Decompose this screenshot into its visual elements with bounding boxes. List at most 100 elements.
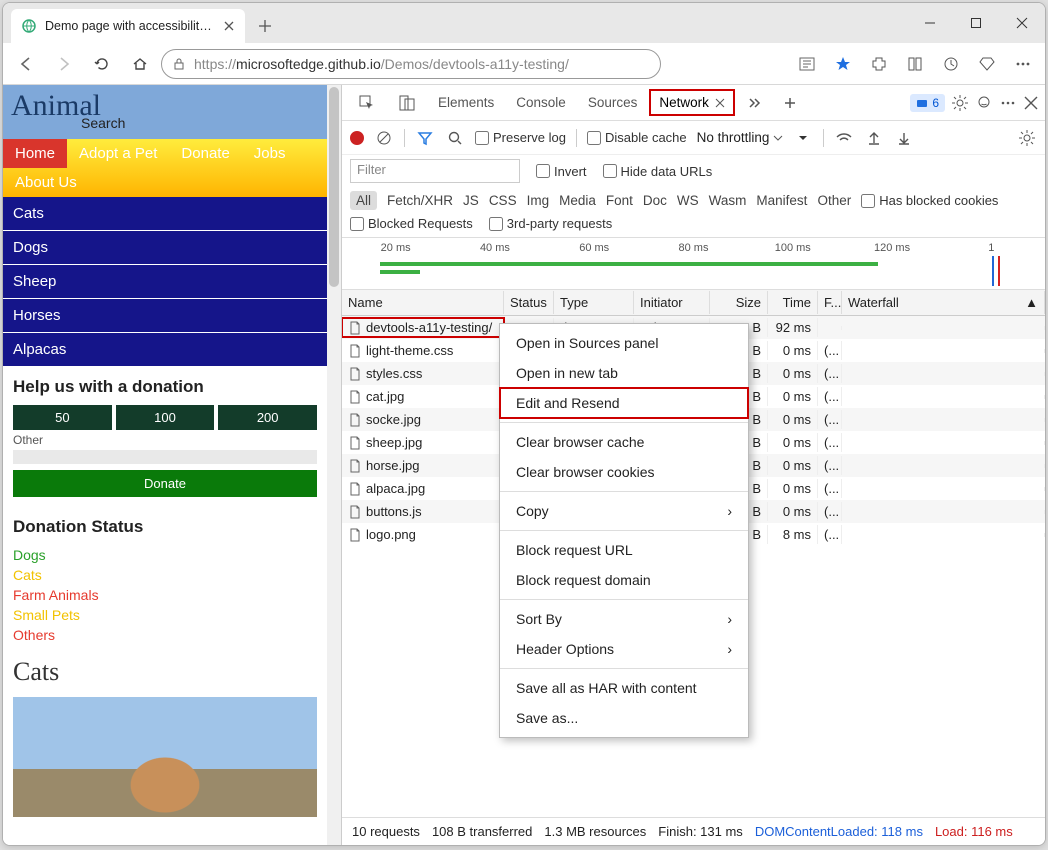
ctx-save-all-as-har-with-content[interactable]: Save all as HAR with content xyxy=(500,673,748,703)
ctx-sort-by[interactable]: Sort By› xyxy=(500,604,748,634)
type-other[interactable]: Other xyxy=(817,193,851,208)
more-tabs-icon[interactable] xyxy=(737,90,771,116)
donate-amount-200[interactable]: 200 xyxy=(218,405,317,430)
back-button[interactable] xyxy=(9,47,43,81)
more-net-conditions-icon[interactable] xyxy=(793,128,813,148)
category-sheep[interactable]: Sheep xyxy=(3,265,327,299)
ctx-block-request-domain[interactable]: Block request domain xyxy=(500,565,748,595)
tab-network[interactable]: Network xyxy=(649,89,735,116)
donate-amount-50[interactable]: 50 xyxy=(13,405,112,430)
inspect-icon[interactable] xyxy=(348,88,386,118)
gear-icon[interactable] xyxy=(951,94,969,112)
type-doc[interactable]: Doc xyxy=(643,193,667,208)
menu-donate[interactable]: Donate xyxy=(169,139,241,168)
minimize-button[interactable] xyxy=(907,3,953,43)
extensions-icon[interactable] xyxy=(863,48,895,80)
col-fulfilled[interactable]: F... xyxy=(818,291,842,314)
maximize-button[interactable] xyxy=(953,3,999,43)
upload-icon[interactable] xyxy=(864,128,884,148)
col-name[interactable]: Name xyxy=(342,291,504,314)
type-font[interactable]: Font xyxy=(606,193,633,208)
browser-tab[interactable]: Demo page with accessibility iss xyxy=(11,9,245,43)
ctx-clear-browser-cache[interactable]: Clear browser cache xyxy=(500,427,748,457)
download-icon[interactable] xyxy=(894,128,914,148)
col-status[interactable]: Status xyxy=(504,291,554,314)
other-input[interactable] xyxy=(13,450,317,464)
reader-icon[interactable] xyxy=(791,48,823,80)
category-alpacas[interactable]: Alpacas xyxy=(3,333,327,367)
ctx-clear-browser-cookies[interactable]: Clear browser cookies xyxy=(500,457,748,487)
filter-input[interactable]: Filter xyxy=(350,159,520,183)
ctx-copy[interactable]: Copy› xyxy=(500,496,748,526)
collections-icon[interactable] xyxy=(899,48,931,80)
col-initiator[interactable]: Initiator xyxy=(634,291,710,314)
menu-jobs[interactable]: Jobs xyxy=(242,139,298,168)
clear-icon[interactable] xyxy=(374,128,394,148)
type-js[interactable]: JS xyxy=(463,193,479,208)
ctx-open-in-new-tab[interactable]: Open in new tab xyxy=(500,358,748,388)
third-party-checkbox[interactable]: 3rd-party requests xyxy=(489,216,613,231)
tab-console[interactable]: Console xyxy=(506,89,576,116)
menu-home[interactable]: Home xyxy=(3,139,67,168)
ctx-open-in-sources-panel[interactable]: Open in Sources panel xyxy=(500,328,748,358)
new-tab-button[interactable] xyxy=(251,12,279,40)
type-manifest[interactable]: Manifest xyxy=(756,193,807,208)
filter-icon[interactable] xyxy=(415,128,435,148)
throttling-select[interactable]: No throttling xyxy=(697,130,784,145)
add-tab-icon[interactable] xyxy=(773,90,807,116)
preserve-log-checkbox[interactable]: Preserve log xyxy=(475,130,566,145)
tab-elements[interactable]: Elements xyxy=(428,89,504,116)
close-icon[interactable] xyxy=(715,98,725,108)
col-waterfall[interactable]: Waterfall▲ xyxy=(842,291,1045,314)
timeline-overview[interactable]: 20 ms40 ms60 ms80 ms100 ms120 ms1 xyxy=(342,238,1045,290)
tab-sources[interactable]: Sources xyxy=(578,89,648,116)
devtools-close-icon[interactable] xyxy=(1023,95,1039,111)
network-settings-icon[interactable] xyxy=(1017,128,1037,148)
feedback-icon[interactable] xyxy=(975,94,993,112)
url-box[interactable]: https://microsoftedge.github.io/Demos/de… xyxy=(161,49,661,79)
ctx-save-as-[interactable]: Save as... xyxy=(500,703,748,733)
menu-adopt-a-pet[interactable]: Adopt a Pet xyxy=(67,139,169,168)
ctx-block-request-url[interactable]: Block request URL xyxy=(500,535,748,565)
type-media[interactable]: Media xyxy=(559,193,596,208)
type-img[interactable]: Img xyxy=(527,193,550,208)
disable-cache-checkbox[interactable]: Disable cache xyxy=(587,130,687,145)
close-window-button[interactable] xyxy=(999,3,1045,43)
col-size[interactable]: Size xyxy=(710,291,768,314)
type-css[interactable]: CSS xyxy=(489,193,517,208)
invert-checkbox[interactable]: Invert xyxy=(536,164,587,179)
home-button[interactable] xyxy=(123,47,157,81)
type-all[interactable]: All xyxy=(350,191,377,210)
page-scrollbar[interactable] xyxy=(327,85,341,845)
record-button[interactable] xyxy=(350,131,364,145)
devtools-more-icon[interactable] xyxy=(999,94,1017,112)
favorite-star-icon[interactable] xyxy=(827,48,859,80)
sync-icon[interactable] xyxy=(935,48,967,80)
type-wasm[interactable]: Wasm xyxy=(709,193,747,208)
menu-about-us[interactable]: About Us xyxy=(3,168,89,197)
has-blocked-checkbox[interactable]: Has blocked cookies xyxy=(861,193,998,208)
gem-icon[interactable] xyxy=(971,48,1003,80)
category-dogs[interactable]: Dogs xyxy=(3,231,327,265)
wifi-icon[interactable] xyxy=(834,128,854,148)
search-icon[interactable] xyxy=(445,128,465,148)
category-horses[interactable]: Horses xyxy=(3,299,327,333)
refresh-button[interactable] xyxy=(85,47,119,81)
col-type[interactable]: Type xyxy=(554,291,634,314)
type-fetch-xhr[interactable]: Fetch/XHR xyxy=(387,193,453,208)
donate-button[interactable]: Donate xyxy=(13,470,317,497)
more-icon[interactable] xyxy=(1007,48,1039,80)
hide-data-urls-checkbox[interactable]: Hide data URLs xyxy=(603,164,713,179)
forward-button[interactable] xyxy=(47,47,81,81)
blocked-requests-checkbox[interactable]: Blocked Requests xyxy=(350,216,473,231)
donate-amount-100[interactable]: 100 xyxy=(116,405,215,430)
type-ws[interactable]: WS xyxy=(677,193,699,208)
foot-finish: Finish: 131 ms xyxy=(658,824,743,839)
col-time[interactable]: Time xyxy=(768,291,818,314)
category-cats[interactable]: Cats xyxy=(3,197,327,231)
device-icon[interactable] xyxy=(388,88,426,118)
close-tab-icon[interactable] xyxy=(223,20,235,32)
ctx-header-options[interactable]: Header Options› xyxy=(500,634,748,664)
issues-badge[interactable]: 6 xyxy=(910,94,945,112)
ctx-edit-and-resend[interactable]: Edit and Resend xyxy=(500,388,748,418)
